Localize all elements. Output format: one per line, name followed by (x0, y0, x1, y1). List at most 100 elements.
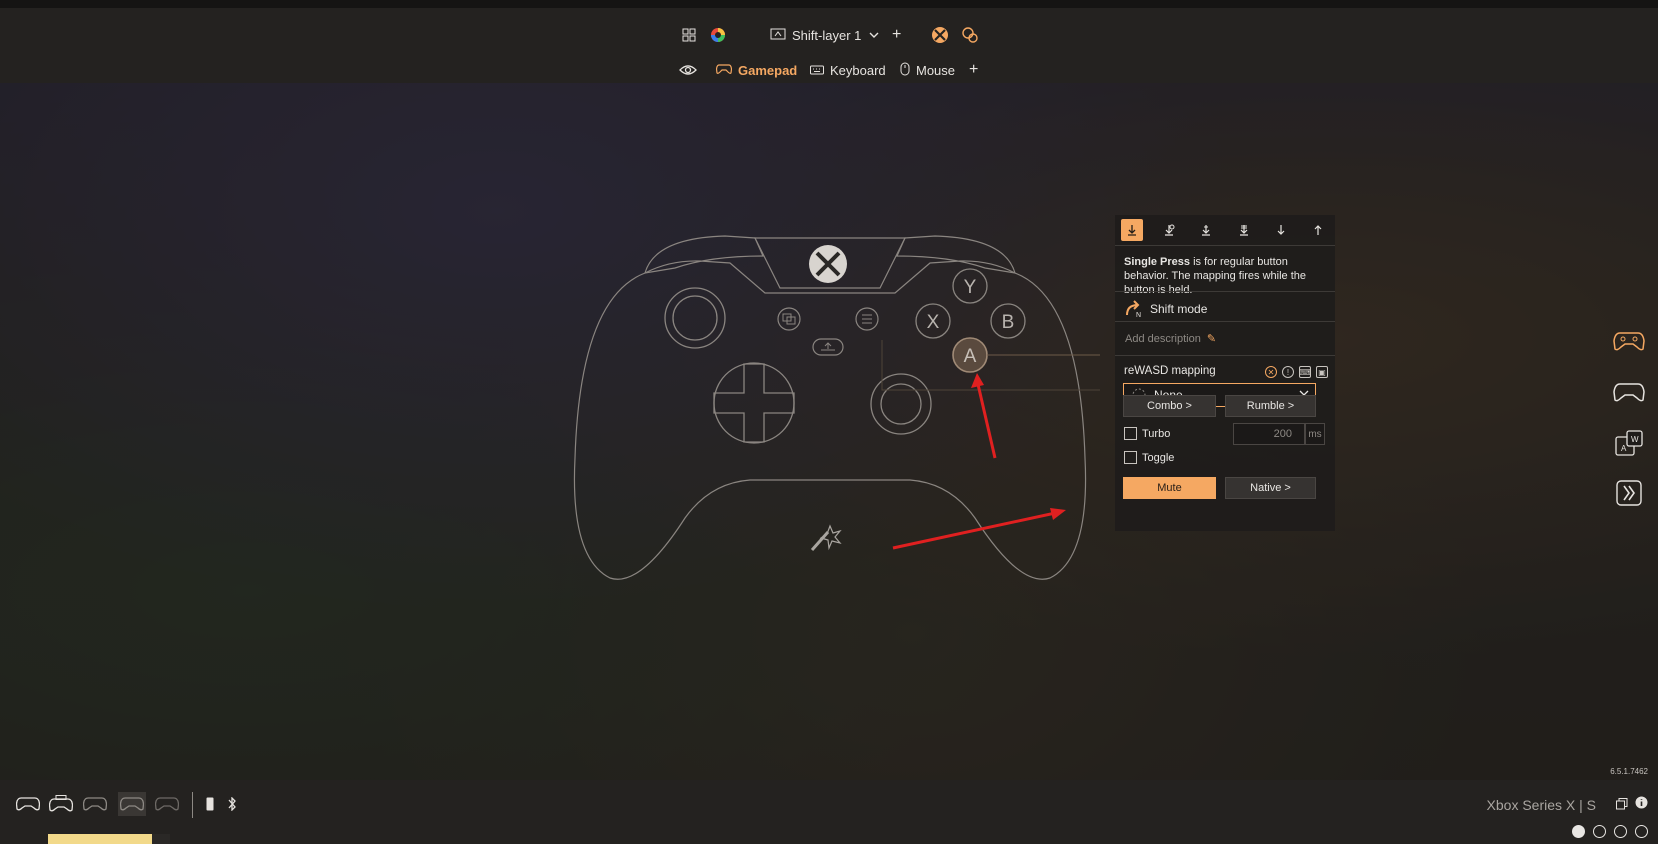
release-press-icon[interactable] (1307, 219, 1329, 241)
b-button-label: B (1002, 312, 1015, 333)
tab-gamepad-label: Gamepad (738, 62, 798, 78)
controller-outline (573, 235, 1087, 580)
shift-mode-row[interactable]: N Shift mode (1124, 300, 1207, 318)
chevron-down-icon[interactable] (868, 23, 880, 47)
xbox-guide-button[interactable] (809, 245, 847, 283)
divider (1115, 321, 1335, 322)
divider (1115, 355, 1335, 356)
divider (1115, 291, 1335, 292)
keyboard-mapping-icon[interactable]: ⌨ (1299, 366, 1311, 378)
a-button-label: A (964, 346, 977, 367)
turbo-label: Turbo (1142, 427, 1171, 440)
grid-icon[interactable] (682, 23, 696, 47)
add-description-label: Add description (1125, 332, 1201, 345)
gamepad-settings-icon[interactable] (961, 23, 979, 47)
svg-text:A: A (1621, 444, 1627, 453)
device-name: Xbox Series X | S (1486, 797, 1596, 813)
copy-config-icon[interactable] (1616, 797, 1628, 815)
layer-icon (770, 27, 786, 44)
gamepad-rail-icon[interactable] (1612, 326, 1646, 356)
mapping-type-icons: ✕ ! ⌨ ▣ (1265, 366, 1328, 378)
native-button[interactable]: Native > (1225, 477, 1316, 499)
xbox-logo-icon[interactable] (931, 23, 949, 47)
keyboard-mapping-rail-icon[interactable]: AW (1612, 428, 1646, 458)
gamepad-disabled-device-icon[interactable] (82, 792, 108, 816)
combo-button[interactable]: Combo > (1123, 395, 1216, 417)
selection-bracket-line (881, 340, 1100, 391)
gamepad-icon (715, 63, 733, 78)
right-stick[interactable] (870, 373, 932, 435)
slot-3-indicator[interactable] (1614, 825, 1627, 838)
slot-4-indicator[interactable] (1635, 825, 1648, 838)
dpad[interactable] (713, 362, 795, 444)
slot-1-indicator[interactable] (1572, 825, 1585, 838)
gamepad-diagram: Y X B A (573, 235, 1100, 580)
keyboard-icon (810, 63, 824, 78)
y-button[interactable]: Y (952, 268, 988, 304)
tab-keyboard-label: Keyboard (830, 62, 886, 78)
add-layer-button[interactable]: + (892, 23, 901, 47)
slot-2-indicator[interactable] (1593, 825, 1606, 838)
toggle-checkbox-row[interactable]: Toggle (1124, 451, 1174, 464)
b-button[interactable]: B (990, 303, 1026, 339)
svg-text:N: N (1136, 312, 1141, 318)
shift-mode-label: Shift mode (1150, 302, 1208, 316)
layer-selector[interactable]: Shift-layer 1 (770, 23, 861, 47)
gamepad-virtual-device-icon[interactable] (48, 792, 74, 816)
eye-icon[interactable] (679, 58, 697, 82)
a-button-selected[interactable]: A (952, 337, 988, 373)
xbox-mapping-icon[interactable]: ✕ (1265, 366, 1277, 378)
magic-wand-icon[interactable] (810, 524, 842, 551)
mapping-title: reWASD mapping (1124, 365, 1216, 377)
bluetooth-device-icon[interactable] (222, 792, 242, 816)
slot-indicators (1572, 825, 1648, 838)
shift-arrow-icon: N (1126, 300, 1141, 318)
rumble-button[interactable]: Rumble > (1225, 395, 1316, 417)
turbo-unit: ms (1305, 423, 1325, 445)
gamepad-selected-device-icon[interactable] (118, 792, 146, 816)
profile-tab[interactable] (48, 834, 170, 844)
activator-mode-bar (1121, 219, 1329, 241)
long-press-icon[interactable] (1158, 219, 1180, 241)
app-version: 6.5.1.7462 (1610, 767, 1648, 776)
left-stick[interactable] (664, 287, 726, 349)
double-press-icon[interactable] (1195, 219, 1217, 241)
turbo-value: 200 (1273, 428, 1292, 440)
mute-button[interactable]: Mute (1123, 477, 1216, 499)
image-mapping-icon[interactable]: ▣ (1316, 366, 1328, 378)
start-press-icon[interactable] (1270, 219, 1292, 241)
gamepad-bluetooth-device-icon[interactable] (154, 792, 180, 816)
pencil-icon: ✎ (1206, 333, 1217, 345)
toggle-checkbox[interactable] (1124, 451, 1137, 464)
add-description-field[interactable]: Add description ✎ (1125, 332, 1217, 346)
turbo-checkbox-row[interactable]: Turbo (1124, 427, 1170, 440)
turbo-interval-input[interactable]: 200 (1233, 423, 1305, 445)
divider (192, 792, 193, 818)
x-button[interactable]: X (915, 303, 951, 339)
turbo-checkbox[interactable] (1124, 427, 1137, 440)
triple-press-icon[interactable] (1233, 219, 1255, 241)
tab-mouse[interactable]: Mouse (900, 58, 955, 82)
divider (1115, 245, 1335, 246)
share-button[interactable] (812, 338, 844, 356)
menu-button[interactable] (855, 307, 879, 331)
gamepad-device-icon[interactable] (15, 792, 41, 816)
rewasd-rail-icon[interactable] (1612, 478, 1646, 508)
top-toolbar: Shift-layer 1 + Gamepad Keyboard Mouse + (0, 0, 1658, 83)
tab-keyboard[interactable]: Keyboard (810, 58, 886, 82)
add-device-tab-button[interactable]: + (969, 58, 978, 82)
single-press-icon[interactable] (1121, 219, 1143, 241)
svg-text:W: W (1631, 435, 1639, 444)
timer-icon[interactable]: ! (1282, 366, 1294, 378)
phone-device-icon[interactable] (200, 792, 220, 816)
view-button[interactable] (777, 307, 801, 331)
tab-mouse-label: Mouse (916, 62, 956, 78)
annotation-arrows (892, 373, 1066, 550)
tab-gamepad[interactable]: Gamepad (715, 58, 798, 82)
gamepad-outline-rail-icon[interactable] (1612, 377, 1646, 407)
toggle-label: Toggle (1142, 451, 1175, 464)
bottom-device-bar: Xbox Series X | S (0, 780, 1658, 844)
info-icon[interactable] (1635, 796, 1648, 814)
mouse-icon (900, 62, 910, 79)
color-wheel-icon[interactable] (710, 23, 726, 47)
